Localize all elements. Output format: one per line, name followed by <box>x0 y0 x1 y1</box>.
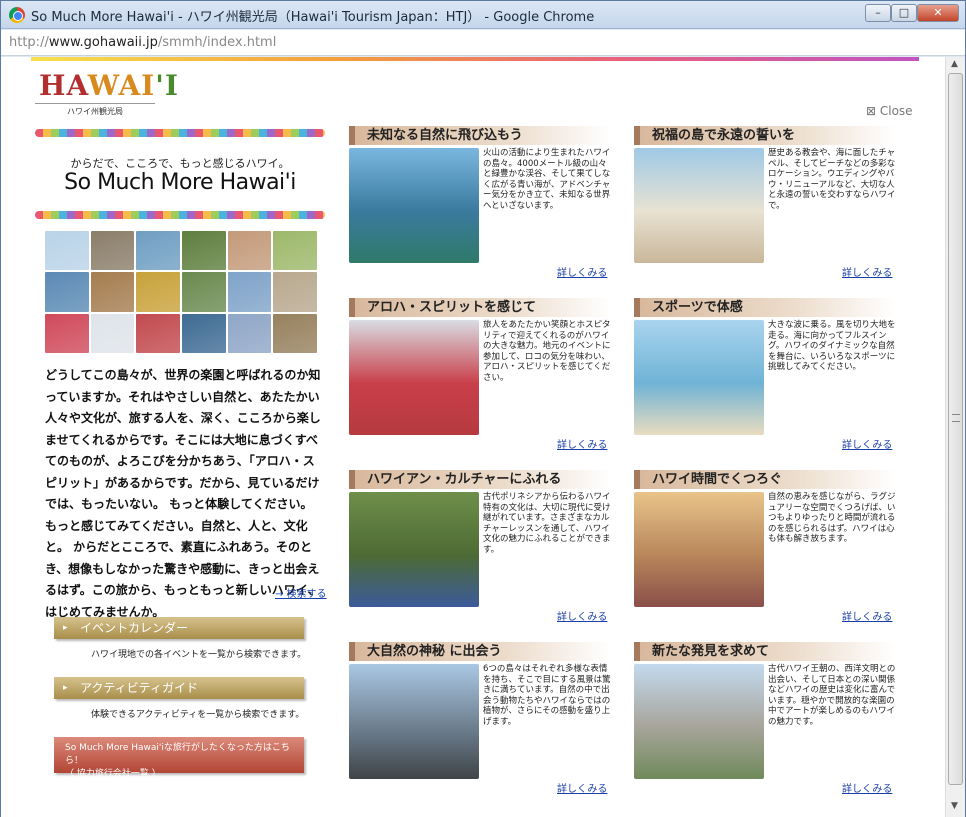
close-window-button[interactable]: ✕ <box>917 4 959 22</box>
grip-icon <box>952 414 960 422</box>
page-viewport: HAWAI'I ハワイ州観光局 ⊠ Close からだで、こころで、もっと感じる… <box>1 57 945 817</box>
mosaic-photo <box>273 272 317 312</box>
card-photo[interactable] <box>349 664 479 779</box>
rainbow-stripe <box>31 57 919 61</box>
maximize-button[interactable]: □ <box>891 4 917 22</box>
address-bar[interactable]: http://www.gohawaii.jp/smmh/index.html <box>1 30 965 56</box>
feature-card: 大自然の神秘 に出会う 6つの島々はそれぞれ多様な表情を持ち、そこで目にする風景は… <box>349 642 611 812</box>
card-title: ハワイアン・カルチャーにふれる <box>349 470 611 489</box>
mosaic-photo <box>182 231 226 271</box>
card-description: 自然の恵みを感じながら、ラグジュアリーな空間でくつろげば、いつもよりゆったりと時… <box>768 492 896 544</box>
close-link[interactable]: ⊠ Close <box>866 104 913 118</box>
url-domain: www.gohawaii.jp <box>48 35 158 50</box>
card-description: 古代ハワイ王朝の、西洋文明との出会い、そして日本との深い関係などハワイの歴史は変… <box>768 664 896 727</box>
card-title: アロハ・スピリットを感じて <box>349 298 611 317</box>
mosaic-photo <box>45 272 89 312</box>
hawaii-logo[interactable]: HAWAI'I <box>39 69 179 102</box>
activity-guide-button[interactable]: アクティビティガイド <box>54 677 304 699</box>
mosaic-photo <box>136 272 180 312</box>
mosaic-photo <box>90 272 135 312</box>
mosaic-photo <box>45 231 89 271</box>
feature-card: アロハ・スピリットを感じて旅人をあたたかい笑顔とホスピタリティで迎えてくれるのが… <box>349 298 611 468</box>
mosaic-photo <box>136 231 180 271</box>
card-title: 未知なる自然に飛び込もう <box>349 126 611 145</box>
card-photo[interactable] <box>349 148 479 263</box>
lei-border-bottom <box>35 211 325 219</box>
card-title: スポーツで体感 <box>634 298 896 317</box>
close-label: Close <box>879 104 913 118</box>
card-more-link[interactable]: 詳しくみる <box>557 436 607 451</box>
browser-window: So Much More Hawai'i - ハワイ州観光局（Hawai'i T… <box>0 0 966 817</box>
card-more-link[interactable]: 詳しくみる <box>842 780 892 795</box>
travel-agency-button[interactable]: So Much More Hawai'iな旅行がしたくなった方はこちら！ （ 協… <box>54 737 304 779</box>
card-title: 新たな発見を求めて <box>634 642 896 661</box>
window-title: So Much More Hawai'i - ハワイ州観光局（Hawai'i T… <box>31 10 595 25</box>
scroll-down-icon[interactable]: ▼ <box>951 801 958 811</box>
title-bar: So Much More Hawai'i - ハワイ州観光局（Hawai'i T… <box>1 1 965 29</box>
url-scheme: http:// <box>9 35 49 50</box>
mosaic-photo <box>227 313 272 353</box>
card-title: 大自然の神秘 に出会う <box>349 642 611 661</box>
feature-card: 新たな発見を求めて古代ハワイ王朝の、西洋文明との出会い、そして日本との深い関係な… <box>634 642 896 812</box>
card-description: 6つの島々はそれぞれ多様な表情を持ち、そこで目にする風景は驚きに満ちています。自… <box>483 664 611 727</box>
mosaic-photo <box>90 313 135 353</box>
feature-card: ハワイアン・カルチャーにふれる古代ポリネシアから伝わるハワイ特有の文化は、大切に… <box>349 470 611 640</box>
tagline-japanese: からだで、こころで、もっと感じるハワイ。 <box>70 157 290 170</box>
lei-border-top <box>35 129 325 137</box>
card-photo[interactable] <box>349 492 479 607</box>
chrome-logo-icon <box>9 7 25 23</box>
card-photo[interactable] <box>634 492 764 607</box>
card-description: 火山の活動により生まれたハワイの島々。4000メートル級の山々と緑豊かな渓谷、そ… <box>483 148 611 211</box>
card-more-link[interactable]: 詳しくみる <box>842 436 892 451</box>
photo-mosaic <box>45 231 317 353</box>
minimize-button[interactable]: – <box>865 4 891 22</box>
mosaic-photo <box>227 272 272 312</box>
card-more-link[interactable]: 詳しくみる <box>842 264 892 279</box>
card-more-link[interactable]: 詳しくみる <box>557 264 607 279</box>
card-more-link[interactable]: 詳しくみる <box>842 608 892 623</box>
mosaic-photo <box>45 313 89 353</box>
card-more-link[interactable]: 詳しくみる <box>557 608 607 623</box>
scroll-up-icon[interactable]: ▲ <box>951 59 958 69</box>
card-photo[interactable] <box>634 320 764 435</box>
card-photo[interactable] <box>634 664 764 779</box>
card-photo[interactable] <box>349 320 479 435</box>
card-title: ハワイ時間でくつろぐ <box>634 470 896 489</box>
travel-cta-line1: So Much More Hawai'iな旅行がしたくなった方はこちら！ <box>65 743 290 766</box>
card-description: 歴史ある教会や、海に面したチャペル、そしてビーチなどの多彩なロケーション。ウエデ… <box>768 148 896 211</box>
mosaic-photo <box>273 231 317 271</box>
mosaic-photo <box>182 272 226 312</box>
event-calendar-button[interactable]: イベントカレンダー <box>54 617 304 639</box>
travel-cta-line2: （ 協力旅行会社一覧 ） <box>65 769 161 779</box>
feature-card: ハワイ時間でくつろぐ自然の恵みを感じながら、ラグジュアリーな空間でくつろげば、い… <box>634 470 896 640</box>
card-description: 旅人をあたたかい笑顔とホスピタリティで迎えてくれるのがハワイの大きな魅力。地元の… <box>483 320 611 383</box>
vertical-scrollbar[interactable]: ▲ ▼ <box>945 57 965 817</box>
feature-card: 祝福の島で永遠の誓いを歴史ある教会や、海に面したチャペル、そしてビーチなどの多彩… <box>634 126 896 296</box>
feature-card: 未知なる自然に飛び込もう火山の活動により生まれたハワイの島々。4000メートル級… <box>349 126 611 296</box>
feature-card: スポーツで体感大きな波に乗る。風を切り大地を走る。海に向かってフルスイング。ハワ… <box>634 298 896 468</box>
search-link[interactable]: → 検索する <box>275 585 327 600</box>
card-description: 古代ポリネシアから伝わるハワイ特有の文化は、大切に現代に受け継がれています。さま… <box>483 492 611 555</box>
card-description: 大きな波に乗る。風を切り大地を走る。海に向かってフルスイング。ハワイのダイナミッ… <box>768 320 896 372</box>
card-more-link[interactable]: 詳しくみる <box>557 780 607 795</box>
mosaic-photo <box>273 313 317 353</box>
activity-guide-desc: 体験できるアクティビティを一覧から検索できます。 <box>91 710 305 720</box>
tagline-english: So Much More Hawai'i <box>64 170 296 195</box>
url-text[interactable]: http://www.gohawaii.jp/smmh/index.html <box>9 35 276 50</box>
event-calendar-desc: ハワイ現地での各イベントを一覧から検索できます。 <box>91 650 307 660</box>
mosaic-photo <box>182 313 226 353</box>
logo-subtitle: ハワイ州観光局 <box>35 103 155 117</box>
card-title: 祝福の島で永遠の誓いを <box>634 126 896 145</box>
card-photo[interactable] <box>634 148 764 263</box>
mosaic-photo <box>90 231 135 271</box>
mosaic-photo <box>136 313 180 353</box>
mosaic-photo <box>227 231 272 271</box>
url-path: /smmh/index.html <box>157 35 277 50</box>
scrollbar-thumb[interactable] <box>948 73 963 785</box>
